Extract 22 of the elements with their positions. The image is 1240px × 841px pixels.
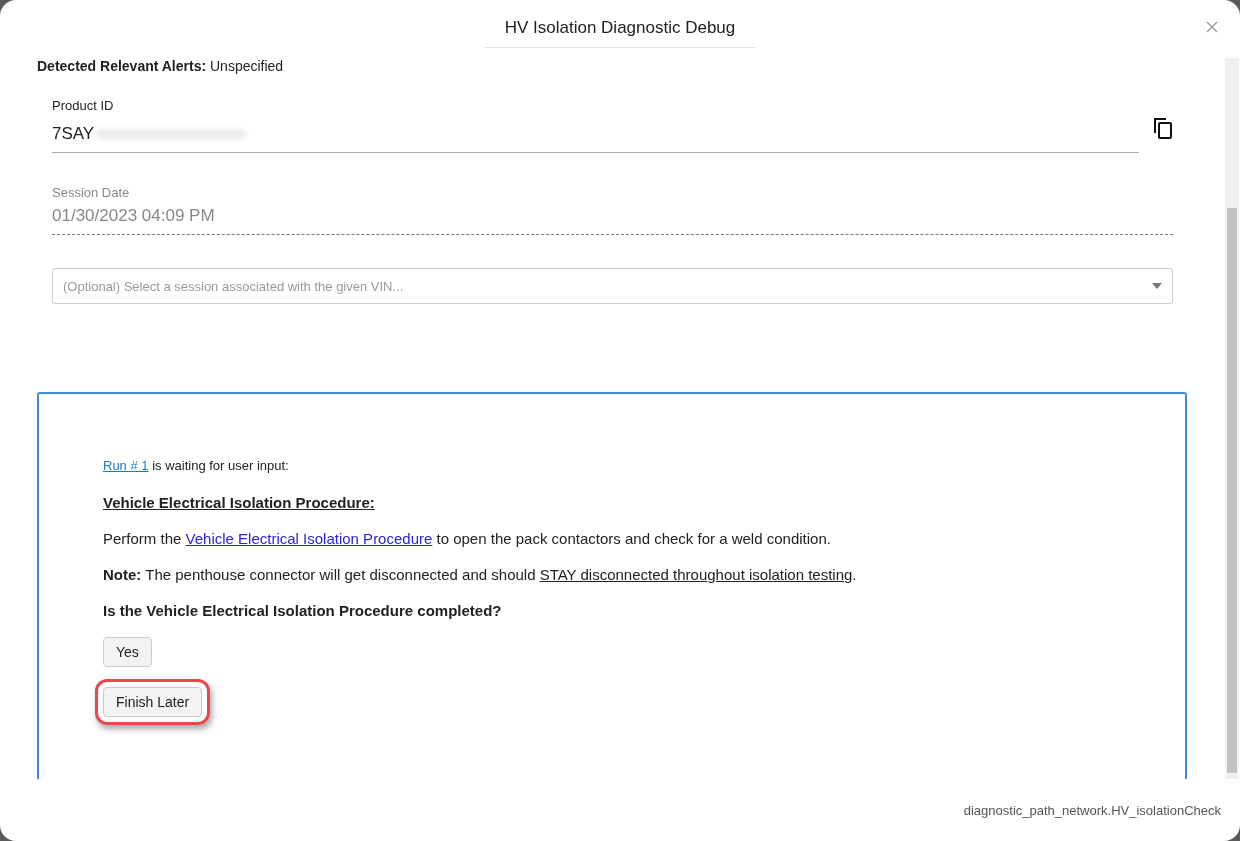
- run-link[interactable]: Run # 1: [103, 458, 149, 473]
- field-value: 7SAY: [52, 124, 95, 144]
- product-id-field[interactable]: 7SAY: [52, 122, 1139, 153]
- caret-icon: [1152, 283, 1162, 289]
- field-label: Session Date: [52, 185, 130, 200]
- dropdown-placeholder: (Optional) Select a session associated with the given VIN...: [63, 278, 404, 294]
- answer-button[interactable]: Yes: [103, 637, 152, 667]
- note-text: Note: The penthouse connector will get disconnected and should STAY disconnected throughout isolation testing.: [103, 565, 858, 584]
- alerts-text: Detected Relevant Alerts: Unspecified: [37, 58, 285, 74]
- answer-button[interactable]: Finish Later: [103, 687, 203, 717]
- procedure-link[interactable]: Vehicle Electrical Isolation Procedure: [185, 530, 433, 547]
- path-text: diagnostic_path_network.HV_isolationCheck: [963, 802, 1221, 818]
- scrollbar[interactable]: [1225, 58, 1239, 779]
- close-icon[interactable]: [1206, 21, 1218, 33]
- procedure-heading: Vehicle Electrical Isolation Procedure:: [103, 493, 376, 512]
- field-label: Product ID: [52, 98, 114, 113]
- run-status: Run # 1 is waiting for user input:: [103, 457, 290, 475]
- field-value: 01/30/2023 04:09 PM: [52, 206, 215, 226]
- copy-icon[interactable]: [1153, 117, 1173, 139]
- dialog-title: HV Isolation Diagnostic Debug: [483, 18, 757, 48]
- instruction-text: Perform the Vehicle Electrical Isolation Procedure to open the pack contactors and check for a weld condition.: [103, 529, 832, 548]
- question-text: Is the Vehicle Electrical Isolation Procedure completed?: [103, 601, 503, 620]
